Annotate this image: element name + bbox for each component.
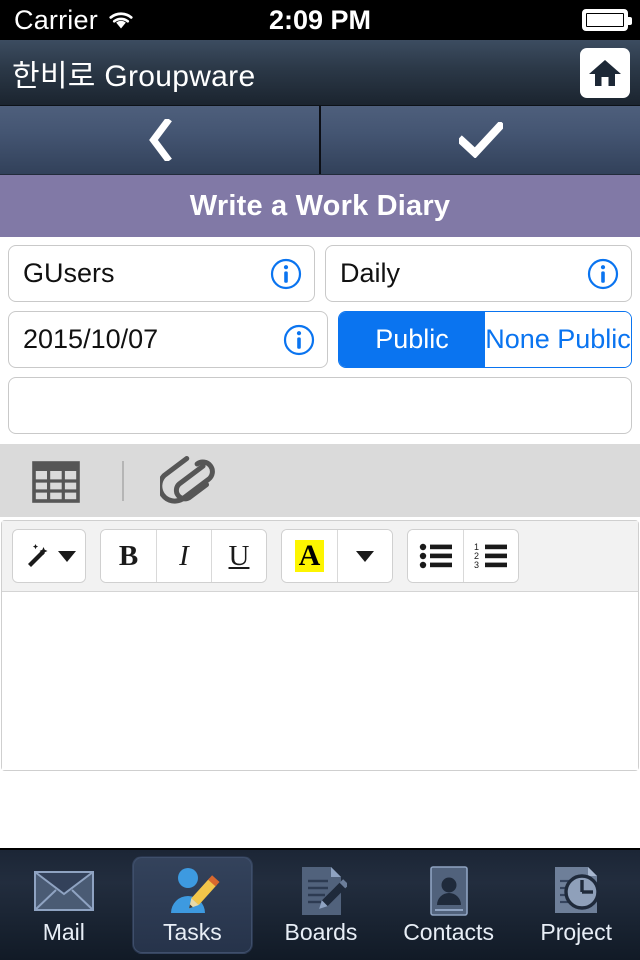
underline-button[interactable]: U [211, 530, 266, 582]
page-title: Write a Work Diary [0, 175, 640, 237]
home-icon [589, 60, 621, 86]
tab-project-label: Project [540, 918, 612, 945]
status-bar-right [582, 0, 632, 40]
format-toolbar: B I U A 1 2 3 [2, 521, 638, 592]
date-field[interactable]: 2015/10/07 [8, 311, 328, 368]
segment-public[interactable]: Public [339, 312, 485, 367]
table-grid-icon [32, 460, 80, 503]
magic-wand-icon [28, 544, 48, 567]
tab-bar: Mail Tasks Boards Contacts Project [0, 848, 640, 960]
svg-text:3: 3 [474, 560, 479, 570]
nav-bar [0, 106, 640, 175]
app-screen: Carrier 2:09 PM 한비로 Groupware Write a Wo… [0, 0, 640, 960]
app-title: 한비로 Groupware [12, 59, 256, 93]
list-group: 1 2 3 [407, 529, 519, 583]
tab-mail-icon-wrap [33, 865, 95, 917]
bold-button[interactable]: B [101, 530, 156, 582]
tab-contacts[interactable]: Contacts [389, 856, 509, 954]
italic-button[interactable]: I [156, 530, 211, 582]
info-circle-icon[interactable] [587, 258, 619, 290]
tab-tasks[interactable]: Tasks [131, 856, 254, 954]
chevron-left-icon [148, 119, 172, 161]
bullet-list-button[interactable] [408, 530, 463, 582]
styles-group [12, 529, 86, 583]
chevron-down-icon [356, 550, 374, 562]
subject-input[interactable] [8, 377, 632, 434]
tab-project-icon-wrap [550, 865, 602, 917]
editor-content-area[interactable] [2, 592, 638, 770]
confirm-button[interactable] [319, 106, 640, 174]
tab-mail[interactable]: Mail [4, 856, 124, 954]
document-pencil-icon [301, 866, 347, 915]
diary-form: GUsers Daily 2015/10/07 Public None Publ… [0, 237, 640, 434]
insert-table-button[interactable] [30, 455, 82, 507]
tab-boards-icon-wrap [295, 865, 347, 917]
tab-boards[interactable]: Boards [261, 856, 381, 954]
info-circle-icon[interactable] [270, 258, 302, 290]
group-field-value: GUsers [23, 258, 115, 288]
tab-boards-label: Boards [284, 918, 358, 945]
tab-project[interactable]: Project [516, 856, 636, 954]
document-clock-icon [555, 866, 600, 913]
back-button[interactable] [0, 106, 319, 174]
text-highlight-button[interactable]: A [282, 530, 337, 582]
highlight-color-dropdown[interactable] [337, 530, 392, 582]
numbered-list-icon: 1 2 3 [474, 542, 507, 570]
tab-contacts-icon-wrap [427, 865, 471, 917]
numbered-list-button[interactable]: 1 2 3 [463, 530, 518, 582]
segment-none-public[interactable]: None Public [485, 312, 631, 367]
tab-contacts-label: Contacts [403, 918, 494, 945]
visibility-segmented-control: Public None Public [338, 311, 632, 368]
highlight-label: A [294, 540, 325, 572]
form-row-1: GUsers Daily [8, 245, 632, 302]
type-field-value: Daily [340, 258, 401, 288]
tab-tasks-label: Tasks [162, 918, 222, 945]
app-header: 한비로 Groupware [0, 40, 640, 106]
text-styles-button[interactable] [13, 530, 85, 582]
bold-label: B [118, 539, 139, 572]
person-pencil-icon [171, 867, 220, 913]
check-icon [458, 122, 503, 158]
attachment-toolbar [0, 444, 640, 517]
home-button[interactable] [580, 48, 630, 98]
tab-mail-label: Mail [42, 918, 85, 945]
rich-text-editor: B I U A 1 2 3 [1, 520, 639, 771]
paperclip-icon [160, 455, 215, 504]
battery-level [586, 13, 624, 27]
group-field[interactable]: GUsers [8, 245, 315, 302]
attach-file-button[interactable] [160, 450, 216, 512]
contact-card-icon [429, 865, 468, 916]
text-format-group: B I U [100, 529, 267, 583]
form-row-2: 2015/10/07 Public None Public [8, 311, 632, 368]
toolbar-divider [122, 460, 124, 501]
underline-label: U [228, 539, 250, 572]
envelope-icon [33, 870, 94, 911]
italic-label: I [179, 539, 189, 572]
info-circle-icon[interactable] [283, 324, 315, 356]
highlight-group: A [281, 529, 393, 583]
chevron-down-icon [58, 550, 76, 562]
date-field-value: 2015/10/07 [23, 324, 159, 354]
status-bar: Carrier 2:09 PM [0, 0, 640, 40]
battery-full-icon [582, 9, 632, 31]
type-field[interactable]: Daily [325, 245, 632, 302]
bullet-list-icon [419, 543, 452, 569]
tab-tasks-icon-wrap [164, 865, 220, 917]
clock-label: 2:09 PM [268, 4, 372, 35]
